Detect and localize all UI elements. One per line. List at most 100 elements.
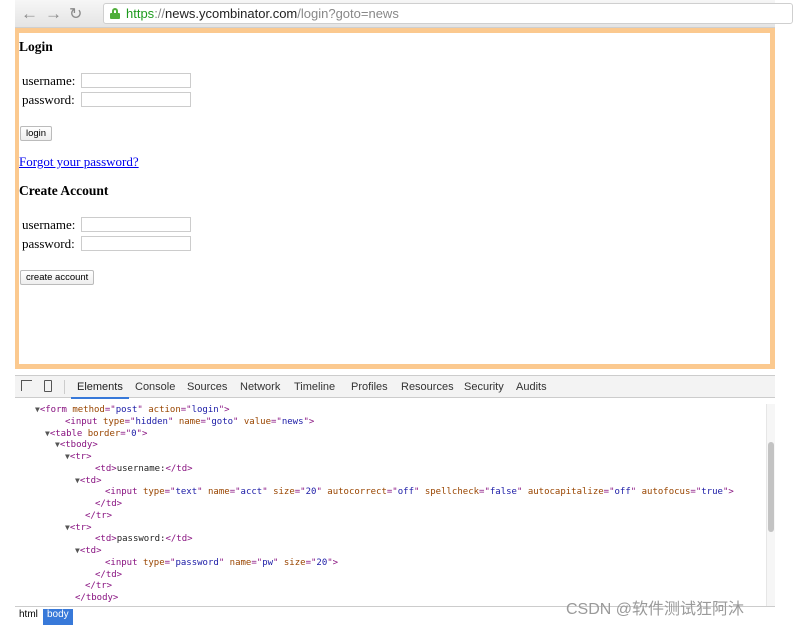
tag-token: <table [49, 428, 88, 439]
create-username-input[interactable] [81, 217, 191, 232]
attr-name-token: autofocus [641, 487, 691, 498]
create-account-heading: Create Account [19, 183, 109, 198]
dom-node-line[interactable]: ▼<td> [75, 475, 102, 487]
login-heading: Login [19, 39, 53, 54]
tag-token: " [262, 487, 274, 498]
attr-name-token: name [208, 487, 230, 498]
attr-value-token: 20 [316, 557, 328, 568]
attr-value-token: off [397, 487, 414, 498]
dom-node-line[interactable]: ▼<td> [75, 545, 102, 557]
dom-node-line[interactable]: ▼<tr> [65, 522, 92, 534]
login-password-input[interactable] [81, 92, 191, 107]
attr-name-token: type [142, 557, 165, 568]
create-account-button[interactable]: create account [20, 270, 95, 285]
create-password-label: password: [22, 236, 75, 251]
forgot-password-link[interactable]: Forgot your password? [19, 154, 139, 170]
forward-button[interactable]: → [45, 4, 62, 24]
tab-profiles[interactable]: Profiles [351, 381, 388, 393]
tag-token: <td> [95, 463, 117, 474]
dom-node-line[interactable]: <input type="hidden" name="goto" value="… [65, 416, 314, 428]
attr-value-token: off [614, 487, 631, 498]
attr-value-token: password [175, 557, 219, 568]
tag-token: </td> [95, 499, 123, 509]
scroll-thumb[interactable] [768, 442, 774, 532]
tag-token: " [516, 487, 528, 498]
tag-token: <td> [95, 534, 117, 545]
lock-icon [110, 8, 120, 19]
tab-console[interactable]: Console [135, 381, 175, 393]
tab-audits[interactable]: Audits [516, 381, 547, 393]
device-mode-icon[interactable] [44, 380, 52, 392]
dom-node-line[interactable]: </tr> [85, 510, 112, 522]
dom-node-line[interactable]: ▼<form method="post" action="login"> [35, 404, 230, 416]
dom-node-line[interactable]: <input type="text" name="acct" size="20"… [105, 486, 734, 498]
login-button[interactable]: login [20, 126, 53, 141]
tag-token: =" [603, 487, 615, 498]
tag-token: " [167, 416, 179, 427]
dom-node-line[interactable]: <input type="password" name="pw" size="2… [105, 557, 338, 569]
tag-token: "> [722, 487, 734, 498]
tag-token: " [414, 487, 425, 498]
dom-node-line[interactable]: ▼<table border="0"> [45, 428, 147, 440]
dom-node-line[interactable]: </td> [95, 569, 122, 581]
tag-token: "> [218, 405, 230, 415]
tag-token: <tr> [69, 452, 92, 462]
tab-sources[interactable]: Sources [187, 381, 227, 393]
text-token: password: [116, 534, 166, 545]
tag-token: "> [303, 416, 315, 427]
devtools-tabbar: Elements Console Sources Network Timeline Pro… [15, 376, 775, 399]
attr-name-token: method [72, 405, 105, 415]
attr-value-token: true [701, 487, 723, 498]
inspect-element-icon[interactable] [21, 380, 32, 391]
tab-network[interactable]: Network [240, 381, 280, 393]
tag-token: "> [327, 557, 339, 568]
login-username-input[interactable] [81, 73, 191, 88]
tag-token: =" [386, 487, 398, 498]
tag-token: <tbody> [59, 440, 98, 451]
attr-name-token: type [102, 416, 125, 427]
create-username-label: username: [22, 217, 76, 232]
attr-name-token: size [283, 557, 306, 568]
tag-token: " [630, 487, 642, 498]
dom-node-line[interactable]: ▼<tbody> [55, 439, 98, 451]
dom-node-line[interactable]: </tr> [85, 580, 112, 592]
tab-elements[interactable]: Elements [71, 381, 129, 399]
tag-token: =" [164, 557, 176, 568]
attr-value-token: pw [262, 557, 274, 568]
dom-node-line[interactable]: </td> [95, 498, 122, 510]
tag-token: <td> [79, 546, 102, 556]
text-token: username: [116, 463, 166, 474]
tag-token: =" [104, 405, 116, 415]
tag-token: <input [105, 557, 143, 568]
tab-security[interactable]: Security [464, 381, 504, 393]
tab-resources[interactable]: Resources [401, 381, 454, 393]
back-button[interactable]: ← [21, 4, 38, 24]
dom-node-line[interactable]: </tbody> [75, 592, 118, 604]
watermark: CSDN @软件测试狂阿沐 [566, 601, 745, 618]
tag-token: =" [229, 487, 241, 498]
attr-name-token: value [243, 416, 271, 427]
attr-value-token: post [115, 405, 138, 415]
tag-token: </td> [95, 569, 123, 580]
dom-scrollbar[interactable] [766, 404, 775, 609]
tag-token: =" [479, 487, 490, 498]
address-bar[interactable]: https://news.ycombinator.com/login?goto=… [103, 3, 793, 24]
dom-node-line[interactable]: <td>username:</td> [95, 463, 193, 475]
attr-name-token: name [178, 416, 201, 427]
attr-value-token: acct [240, 487, 263, 498]
reload-button[interactable]: ↻ [69, 4, 82, 24]
create-password-input[interactable] [81, 236, 191, 251]
tag-token: =" [120, 428, 132, 439]
tag-token: =" [124, 416, 136, 427]
login-username-label: username: [22, 73, 76, 88]
dom-node-line[interactable]: ▼<tr> [65, 451, 92, 463]
tag-token: =" [200, 416, 212, 427]
tab-timeline[interactable]: Timeline [294, 381, 335, 393]
tag-token: " [233, 416, 244, 427]
attr-name-token: name [229, 557, 252, 568]
attr-name-token: border [87, 428, 121, 439]
tag-token: " [218, 557, 230, 568]
dom-node-line[interactable]: <td>password:</td> [95, 533, 193, 545]
attr-name-token: type [142, 487, 165, 498]
tag-token: </td> [165, 534, 193, 545]
